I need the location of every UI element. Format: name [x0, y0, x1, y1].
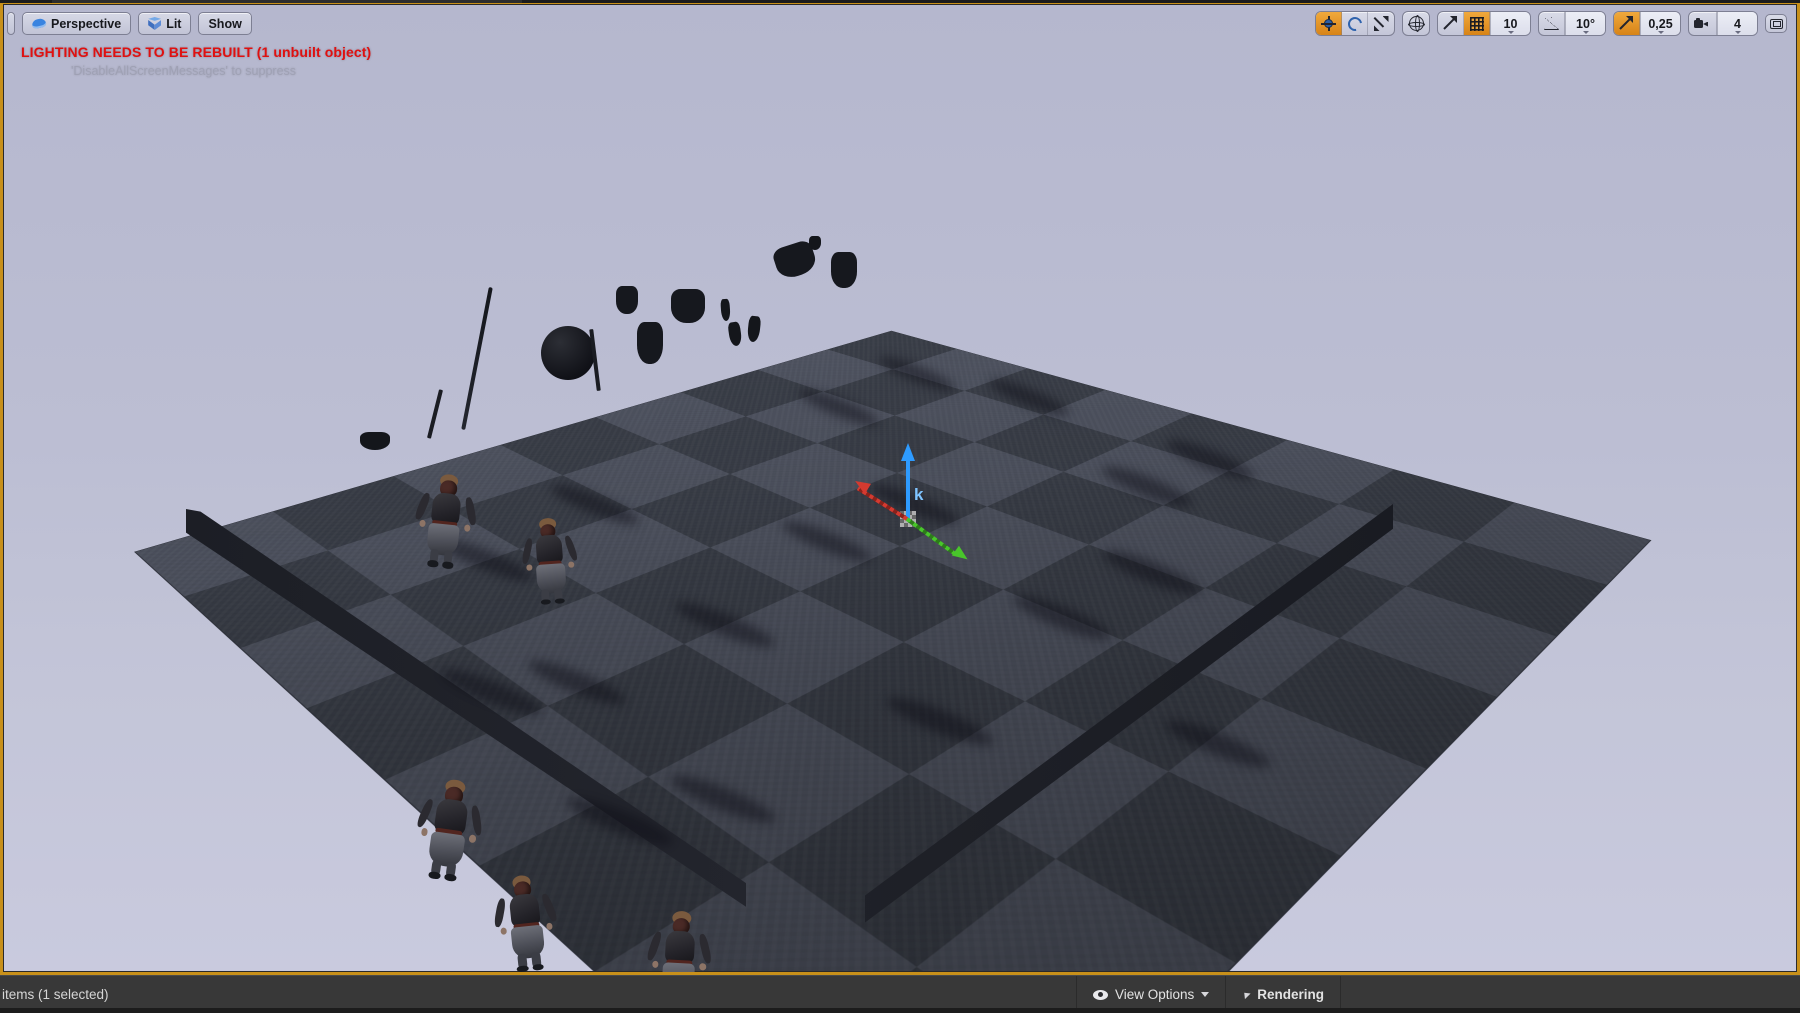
expander-icon [1242, 990, 1251, 999]
boot-right-prop[interactable] [747, 315, 762, 342]
character-actor[interactable] [522, 516, 578, 606]
boot-left-prop[interactable] [727, 321, 742, 346]
character-actor[interactable] [493, 872, 559, 973]
screen-messages: LIGHTING NEEDS TO BE REBUILT (1 unbuilt … [13, 44, 371, 78]
window-chrome-sliver [0, 0, 1800, 3]
lighting-rebuild-warning: LIGHTING NEEDS TO BE REBUILT (1 unbuilt … [21, 44, 371, 60]
vest-prop[interactable] [616, 286, 638, 314]
scale-snap-toggle[interactable] [1614, 12, 1640, 35]
viewport-show-menu-button[interactable]: Show [198, 12, 251, 35]
chevron-down-icon [1508, 31, 1514, 34]
character-actor[interactable] [413, 776, 485, 884]
translate-gizmo[interactable]: k [908, 519, 909, 520]
grid-snap-toggle[interactable] [1464, 12, 1490, 35]
viewport-view-mode-button[interactable]: Lit [138, 12, 191, 35]
viewport-toolbar-right: 10 10° 0,25 4 [1315, 11, 1787, 36]
rendering-status-label: Rendering [1257, 987, 1324, 1002]
chevron-down-icon [1201, 992, 1209, 997]
scale-gizmo-icon [1374, 16, 1389, 31]
character-actor[interactable] [413, 472, 477, 571]
scale-snap-group: 0,25 [1613, 11, 1681, 36]
eye-icon [1093, 990, 1108, 1000]
level-viewport[interactable]: k LIGHTING NEEDS TO BE REBUILT (1 unbuil… [0, 0, 1800, 975]
helmet-prop[interactable] [720, 299, 731, 322]
viewport-show-menu-label: Show [208, 17, 241, 31]
view-options-label: View Options [1115, 987, 1194, 1002]
rendering-status-button[interactable]: Rendering [1225, 976, 1340, 1013]
status-bar-end-region [1340, 976, 1800, 1013]
surface-snap-icon [1443, 16, 1458, 31]
gizmo-z-label: k [914, 485, 923, 505]
camera-speed-value[interactable]: 4 [1717, 12, 1757, 35]
move-gizmo-icon [1321, 16, 1336, 31]
scale-mode-button[interactable] [1368, 12, 1394, 35]
grid-snap-icon [1470, 17, 1484, 31]
angle-snap-icon [1544, 17, 1559, 30]
scene-3d: k [3, 4, 1797, 972]
grid-snap-group: 10 [1437, 11, 1531, 36]
scale-snap-value[interactable]: 0,25 [1640, 12, 1680, 35]
world-local-coordinate-button[interactable] [1403, 12, 1429, 35]
surface-snapping-button[interactable] [1438, 12, 1464, 35]
gizmo-axis-z-arrow[interactable] [901, 443, 915, 461]
maximize-viewport-icon [1770, 19, 1783, 29]
rotation-snap-value-label: 10° [1576, 17, 1595, 31]
camera-speed-button[interactable] [1689, 12, 1717, 35]
viewport-options-button[interactable] [7, 12, 15, 35]
camera-speed-icon [1694, 18, 1711, 30]
rotation-snap-toggle[interactable] [1539, 12, 1565, 35]
viewport-camera-mode-label: Perspective [51, 17, 121, 31]
camera-speed-group: 4 [1688, 11, 1758, 36]
rotate-gizmo-icon [1345, 14, 1364, 33]
scale-snap-value-label: 0,25 [1648, 17, 1672, 31]
chevron-down-icon [1583, 31, 1589, 34]
selection-status-text: items (1 selected) [0, 987, 109, 1002]
sphere-prop[interactable] [541, 326, 595, 380]
scale-snap-icon [1619, 16, 1634, 31]
rotation-snap-group: 10° [1538, 11, 1606, 36]
rotation-snap-value[interactable]: 10° [1565, 12, 1605, 35]
belt-prop[interactable] [360, 432, 390, 450]
pants-prop[interactable] [637, 322, 663, 364]
character-actor[interactable] [648, 909, 710, 975]
gizmo-axis-z[interactable] [906, 457, 910, 519]
camera-speed-value-label: 4 [1734, 17, 1741, 31]
cube-icon [148, 17, 161, 30]
unreal-editor-window: k LIGHTING NEEDS TO BE REBUILT (1 unbuil… [0, 0, 1800, 1013]
maximize-viewport-button[interactable] [1765, 14, 1787, 33]
coordinate-system-group [1402, 11, 1430, 36]
camera-icon [31, 18, 47, 30]
tunic-prop[interactable] [671, 289, 705, 323]
glove-prop[interactable] [809, 236, 821, 250]
dagger-prop[interactable] [427, 389, 443, 438]
spear-prop[interactable] [461, 287, 493, 430]
translate-mode-button[interactable] [1316, 12, 1342, 35]
grid-snap-value-label: 10 [1504, 17, 1518, 31]
transform-mode-group [1315, 11, 1395, 36]
grid-snap-value[interactable]: 10 [1490, 12, 1530, 35]
globe-icon [1409, 16, 1424, 31]
rotate-mode-button[interactable] [1342, 12, 1368, 35]
status-bar: items (1 selected) View Options Renderin… [0, 975, 1800, 1013]
view-options-button[interactable]: View Options [1076, 976, 1225, 1013]
viewport-view-mode-label: Lit [166, 17, 181, 31]
suppress-messages-hint: 'DisableAllScreenMessages' to suppress [71, 64, 371, 78]
window-tab-strip[interactable] [52, 0, 522, 3]
chevron-down-icon [1658, 31, 1664, 34]
cloak-prop[interactable] [831, 252, 857, 288]
viewport-camera-mode-button[interactable]: Perspective [22, 12, 131, 35]
chevron-down-icon [1735, 31, 1741, 34]
viewport-toolbar-left: Perspective Lit Show [7, 12, 252, 35]
